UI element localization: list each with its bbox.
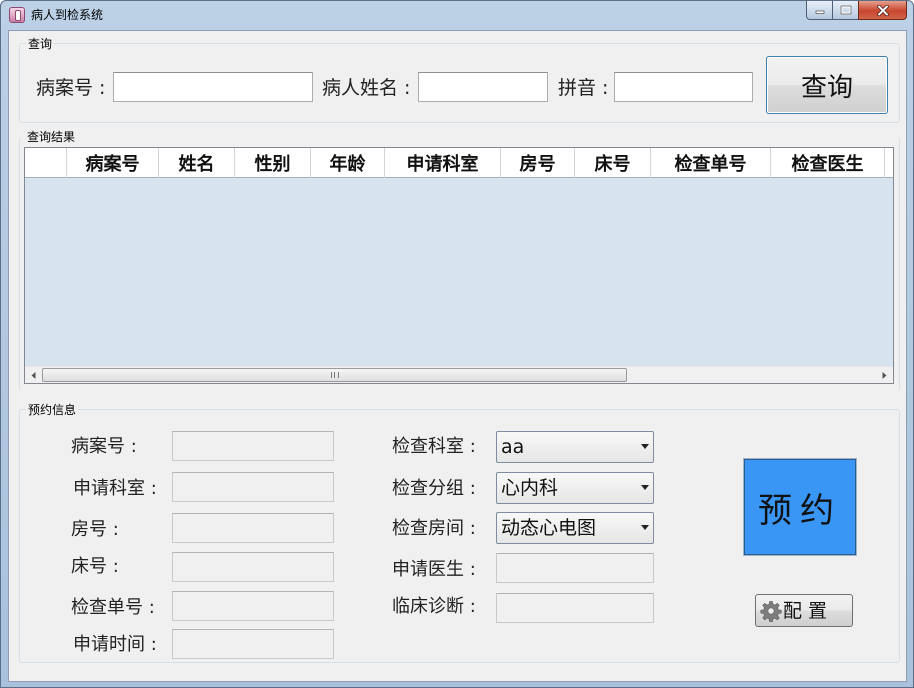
exam-group-select[interactable]: 心内科	[496, 472, 654, 504]
bed-no-field[interactable]	[172, 552, 334, 582]
query-name-input[interactable]	[418, 72, 548, 102]
maximize-icon	[840, 5, 851, 15]
column-header-age[interactable]: 年龄	[311, 148, 385, 178]
client-area: 查询 病案号 : 病人姓名 : 拼音 : 查询 查询结果 病案号 姓名 性别 年…	[8, 30, 907, 682]
window-title: 病人到检系统	[31, 8, 104, 22]
chevron-down-icon	[641, 485, 649, 490]
room-no-label: 房号 :	[71, 519, 119, 540]
exam-dept-select[interactable]: aa	[496, 431, 654, 463]
title-bar[interactable]: 病人到检系统	[1, 1, 913, 29]
grid-row-header-corner	[25, 148, 67, 178]
query-pinyin-input[interactable]	[614, 72, 753, 102]
minimize-button[interactable]	[806, 1, 833, 20]
column-header-bed-no[interactable]: 床号	[575, 148, 651, 178]
apply-time-label: 申请时间 :	[73, 634, 157, 655]
exam-order-field[interactable]	[172, 591, 334, 621]
exam-dept-selected: aa	[501, 436, 525, 458]
reserve-button[interactable]: 预约	[743, 458, 857, 556]
column-header-name[interactable]: 姓名	[159, 148, 235, 178]
app-icon	[9, 7, 25, 23]
close-button[interactable]	[858, 1, 907, 20]
scroll-left-icon	[31, 371, 36, 379]
exam-dept-label: 检查科室 :	[392, 436, 476, 457]
clinical-diag-label: 临床诊断 :	[392, 596, 476, 617]
apply-dept-label: 申请科室 :	[73, 478, 157, 499]
column-header-case-no[interactable]: 病案号	[67, 148, 159, 178]
scroll-right-arrow[interactable]	[876, 367, 893, 383]
clinical-diag-field[interactable]	[496, 593, 654, 623]
grid-header: 病案号 姓名 性别 年龄 申请科室 房号 床号 检查单号 检查医生	[25, 148, 893, 178]
exam-group-selected: 心内科	[501, 477, 559, 499]
config-button[interactable]: 配 置	[755, 594, 853, 627]
query-name-label: 病人姓名 :	[322, 77, 411, 99]
column-header-exam-doctor[interactable]: 检查医生	[771, 148, 885, 178]
horizontal-scrollbar[interactable]	[25, 366, 893, 383]
apply-dept-field[interactable]	[172, 472, 334, 502]
apply-time-field[interactable]	[172, 629, 334, 659]
exam-room-select[interactable]: 动态心电图	[496, 512, 654, 544]
room-no-field[interactable]	[172, 513, 334, 543]
query-button[interactable]: 查询	[766, 56, 888, 114]
exam-group-label: 检查分组 :	[392, 478, 476, 499]
column-header-apply-dept[interactable]: 申请科室	[385, 148, 501, 178]
scroll-left-arrow[interactable]	[25, 367, 42, 383]
exam-room-label: 检查房间 :	[392, 518, 476, 539]
column-header-room-no[interactable]: 房号	[501, 148, 575, 178]
scroll-right-icon	[882, 371, 887, 379]
exam-room-selected: 动态心电图	[501, 517, 597, 539]
column-header-exam-order[interactable]: 检查单号	[651, 148, 771, 178]
reservation-group-title: 预约信息	[26, 403, 79, 417]
scroll-thumb[interactable]	[42, 368, 627, 382]
minimize-icon	[815, 10, 824, 14]
gear-icon	[760, 600, 782, 622]
query-pinyin-label: 拼音 :	[558, 77, 609, 99]
main-window: 病人到检系统 查询 病案号 : 病人姓名 : 拼音 : 查询 查询结果 病案号 …	[0, 0, 914, 688]
query-case-no-input[interactable]	[113, 72, 313, 102]
case-no-field[interactable]	[172, 431, 334, 461]
results-grid[interactable]: 病案号 姓名 性别 年龄 申请科室 房号 床号 检查单号 检查医生	[24, 147, 894, 384]
apply-doctor-label: 申请医生 :	[392, 559, 476, 580]
config-button-label: 配 置	[783, 599, 828, 622]
query-group-title: 查询	[26, 37, 55, 51]
column-header-gender[interactable]: 性别	[235, 148, 311, 178]
apply-doctor-field[interactable]	[496, 553, 654, 583]
query-case-no-label: 病案号 :	[36, 77, 106, 99]
exam-order-label: 检查单号 :	[71, 597, 155, 618]
chevron-down-icon	[641, 525, 649, 530]
bed-no-label: 床号 :	[71, 556, 119, 577]
chevron-down-icon	[641, 444, 649, 449]
case-no-label: 病案号 :	[71, 436, 137, 457]
scroll-thumb-grip	[330, 372, 339, 378]
maximize-button[interactable]	[832, 1, 859, 20]
close-icon	[876, 4, 889, 16]
